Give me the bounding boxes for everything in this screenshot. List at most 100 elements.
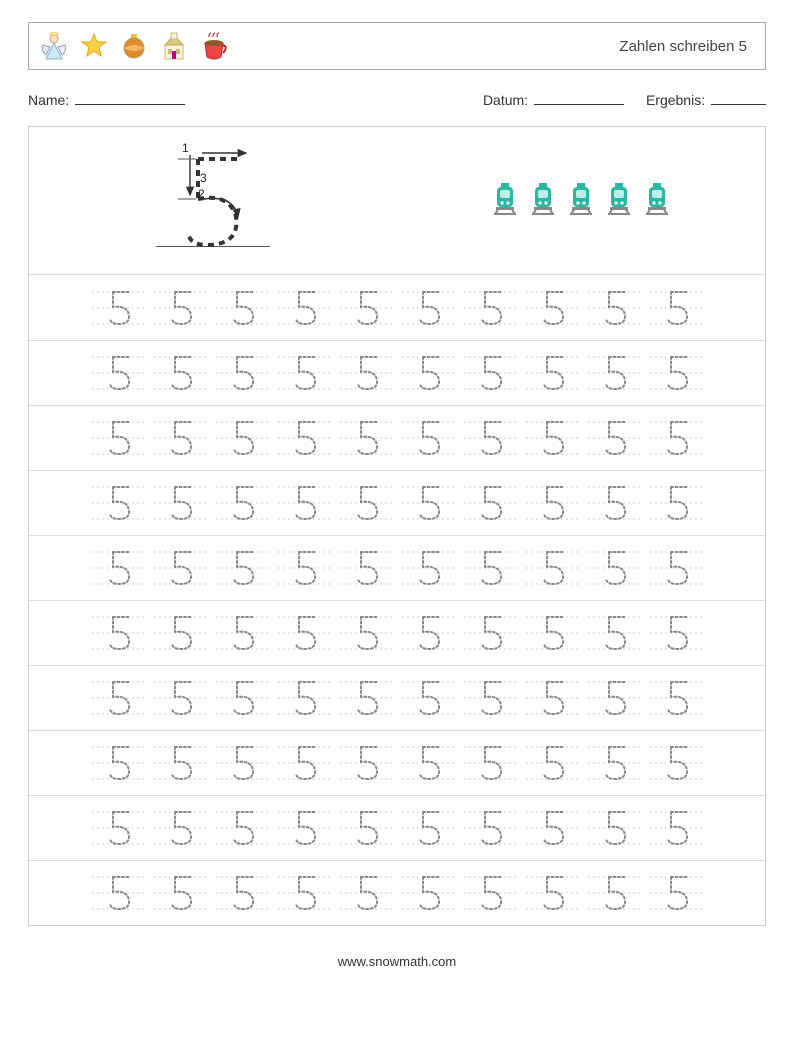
tracing-cell[interactable]	[521, 672, 583, 724]
tracing-cell[interactable]	[397, 672, 459, 724]
tracing-cell[interactable]	[645, 282, 707, 334]
tracing-cell[interactable]	[211, 607, 273, 659]
tracing-cell[interactable]	[645, 347, 707, 399]
tracing-cell[interactable]	[211, 542, 273, 594]
tracing-cell[interactable]	[645, 412, 707, 464]
tracing-cell[interactable]	[87, 672, 149, 724]
tracing-cell[interactable]	[645, 477, 707, 529]
tracing-cell[interactable]	[335, 347, 397, 399]
tracing-cell[interactable]	[211, 802, 273, 854]
result-blank[interactable]	[711, 93, 766, 105]
tracing-cell[interactable]	[211, 477, 273, 529]
tracing-cell[interactable]	[87, 802, 149, 854]
tracing-cell[interactable]	[583, 802, 645, 854]
tracing-cell[interactable]	[397, 607, 459, 659]
tracing-cell[interactable]	[397, 282, 459, 334]
date-blank[interactable]	[534, 93, 624, 105]
tracing-cell[interactable]	[521, 802, 583, 854]
tracing-cell[interactable]	[149, 347, 211, 399]
tracing-cell[interactable]	[87, 542, 149, 594]
tracing-cell[interactable]	[645, 607, 707, 659]
tracing-cell[interactable]	[211, 412, 273, 464]
tracing-cell[interactable]	[397, 867, 459, 919]
tracing-cell[interactable]	[149, 867, 211, 919]
tracing-cell[interactable]	[335, 477, 397, 529]
tracing-cell[interactable]	[335, 412, 397, 464]
tracing-cell[interactable]	[273, 802, 335, 854]
tracing-cell[interactable]	[211, 672, 273, 724]
tracing-cell[interactable]	[459, 282, 521, 334]
tracing-cell[interactable]	[583, 607, 645, 659]
tracing-cell[interactable]	[583, 412, 645, 464]
tracing-cell[interactable]	[645, 672, 707, 724]
tracing-cell[interactable]	[87, 607, 149, 659]
tracing-cell[interactable]	[397, 542, 459, 594]
tracing-cell[interactable]	[87, 737, 149, 789]
tracing-cell[interactable]	[211, 347, 273, 399]
tracing-cell[interactable]	[335, 672, 397, 724]
tracing-cell[interactable]	[645, 542, 707, 594]
tracing-cell[interactable]	[149, 672, 211, 724]
tracing-cell[interactable]	[397, 347, 459, 399]
tracing-cell[interactable]	[459, 867, 521, 919]
tracing-cell[interactable]	[335, 802, 397, 854]
name-blank[interactable]	[75, 93, 185, 105]
tracing-cell[interactable]	[149, 802, 211, 854]
tracing-cell[interactable]	[397, 802, 459, 854]
tracing-cell[interactable]	[583, 672, 645, 724]
tracing-cell[interactable]	[459, 802, 521, 854]
tracing-cell[interactable]	[397, 477, 459, 529]
tracing-cell[interactable]	[397, 737, 459, 789]
tracing-cell[interactable]	[211, 867, 273, 919]
tracing-cell[interactable]	[149, 282, 211, 334]
tracing-cell[interactable]	[583, 282, 645, 334]
tracing-cell[interactable]	[273, 477, 335, 529]
tracing-cell[interactable]	[149, 607, 211, 659]
tracing-cell[interactable]	[459, 737, 521, 789]
tracing-cell[interactable]	[521, 347, 583, 399]
tracing-cell[interactable]	[87, 347, 149, 399]
tracing-cell[interactable]	[521, 542, 583, 594]
tracing-cell[interactable]	[521, 737, 583, 789]
tracing-cell[interactable]	[149, 737, 211, 789]
tracing-cell[interactable]	[211, 282, 273, 334]
tracing-cell[interactable]	[335, 867, 397, 919]
tracing-cell[interactable]	[273, 412, 335, 464]
tracing-cell[interactable]	[583, 542, 645, 594]
tracing-cell[interactable]	[459, 672, 521, 724]
tracing-cell[interactable]	[459, 477, 521, 529]
tracing-cell[interactable]	[87, 477, 149, 529]
tracing-cell[interactable]	[273, 607, 335, 659]
tracing-cell[interactable]	[583, 477, 645, 529]
tracing-cell[interactable]	[335, 542, 397, 594]
tracing-cell[interactable]	[521, 412, 583, 464]
tracing-cell[interactable]	[273, 867, 335, 919]
tracing-cell[interactable]	[149, 412, 211, 464]
tracing-cell[interactable]	[87, 412, 149, 464]
tracing-cell[interactable]	[645, 867, 707, 919]
tracing-cell[interactable]	[583, 737, 645, 789]
tracing-cell[interactable]	[273, 347, 335, 399]
tracing-cell[interactable]	[397, 412, 459, 464]
tracing-cell[interactable]	[645, 802, 707, 854]
tracing-cell[interactable]	[335, 737, 397, 789]
tracing-cell[interactable]	[521, 867, 583, 919]
tracing-cell[interactable]	[273, 737, 335, 789]
tracing-cell[interactable]	[273, 282, 335, 334]
tracing-cell[interactable]	[335, 282, 397, 334]
tracing-cell[interactable]	[87, 867, 149, 919]
tracing-cell[interactable]	[211, 737, 273, 789]
tracing-cell[interactable]	[149, 477, 211, 529]
tracing-cell[interactable]	[521, 607, 583, 659]
tracing-cell[interactable]	[87, 282, 149, 334]
tracing-cell[interactable]	[335, 607, 397, 659]
tracing-cell[interactable]	[149, 542, 211, 594]
tracing-cell[interactable]	[645, 737, 707, 789]
tracing-cell[interactable]	[583, 867, 645, 919]
tracing-cell[interactable]	[583, 347, 645, 399]
tracing-cell[interactable]	[521, 477, 583, 529]
tracing-cell[interactable]	[273, 542, 335, 594]
tracing-cell[interactable]	[459, 542, 521, 594]
tracing-cell[interactable]	[459, 607, 521, 659]
tracing-cell[interactable]	[273, 672, 335, 724]
